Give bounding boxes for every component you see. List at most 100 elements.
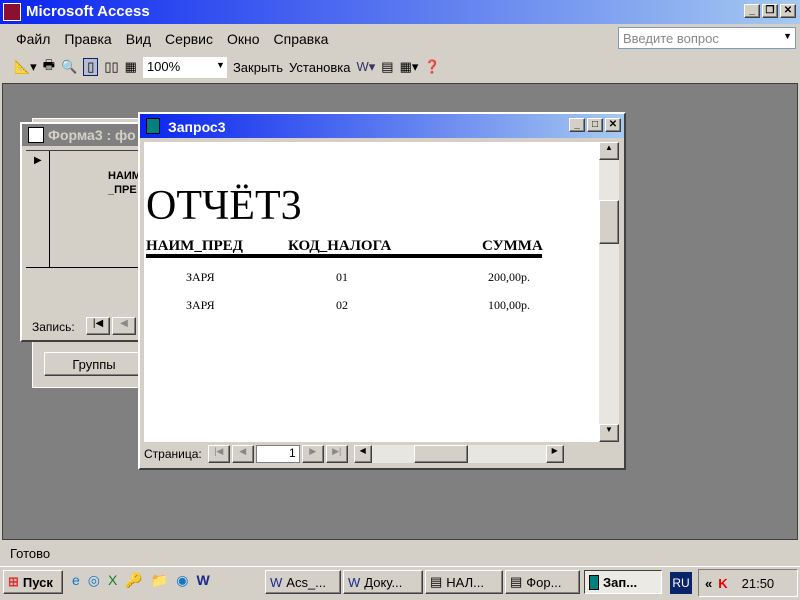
messenger-icon[interactable]: ◉: [176, 572, 188, 589]
app-title: Microsoft Access: [26, 3, 150, 20]
taskbar-item-form[interactable]: ▤ Фор...: [505, 570, 580, 594]
groups-button[interactable]: Группы: [44, 352, 144, 376]
scroll-left-button[interactable]: ◀: [353, 445, 372, 463]
column-header: СУММА: [482, 238, 543, 254]
close-button[interactable]: ✕: [780, 4, 796, 18]
taskbar-item-label: Фор...: [526, 574, 562, 590]
access-icon[interactable]: 🔑: [125, 572, 142, 589]
quick-launch: e ◎ X 🔑 📁 ◉ W: [72, 572, 210, 589]
menu-window[interactable]: Окно: [227, 31, 260, 47]
design-view-icon[interactable]: 📐▾: [14, 59, 37, 75]
page-number-input[interactable]: 1: [255, 445, 300, 463]
cell: 200,00р.: [488, 270, 530, 284]
maximize-button[interactable]: □: [587, 118, 603, 132]
taskbar-item-word-acs[interactable]: W Acs_...: [265, 570, 341, 594]
menu-bar: Файл Правка Вид Сервис Окно Справка: [16, 31, 342, 47]
database-window-icon[interactable]: ▤: [381, 59, 393, 75]
horizontal-scrollbar[interactable]: ◀ ▶: [353, 445, 564, 463]
zoom-select[interactable]: 100% ▼: [142, 56, 227, 78]
zoom-icon[interactable]: 🔍: [61, 59, 77, 75]
column-header: КОД_НАЛОГА: [288, 238, 392, 254]
cell: ЗАРЯ: [186, 298, 215, 312]
restore-button[interactable]: ❐: [762, 4, 778, 18]
close-button[interactable]: ✕: [605, 118, 621, 132]
show-hidden-icons-button[interactable]: «: [705, 576, 712, 591]
prev-page-button[interactable]: ◀: [231, 445, 254, 463]
taskbar-item-word-doc[interactable]: W Доку...: [343, 570, 423, 594]
field-label: НАИМ _ПРЕ: [108, 170, 141, 196]
taskbar-item-query[interactable]: Зап...: [584, 570, 662, 594]
form-titlebar: Форма3 : фо: [22, 124, 148, 146]
taskbar-item-label: Доку...: [364, 574, 403, 590]
next-page-button[interactable]: ▶: [301, 445, 324, 463]
office-links-icon[interactable]: W▾: [356, 59, 375, 75]
app-titlebar: Microsoft Access _ ❐ ✕: [0, 0, 800, 24]
toolbar: 📐▾ 🖶 🔍 ▯ ▯▯ ▦ 100% ▼ Закрыть Установка W▾…: [14, 55, 441, 79]
record-label: Запись:: [32, 320, 75, 334]
form-icon: ▤: [510, 574, 523, 589]
column-header: НАИМ_ПРЕД: [146, 238, 243, 254]
scroll-thumb[interactable]: [599, 200, 619, 244]
chevron-down-icon[interactable]: ▼: [783, 31, 792, 41]
cell: 100,00р.: [488, 298, 530, 312]
clock: 21:50: [741, 575, 775, 591]
help-icon[interactable]: ❓: [424, 59, 440, 75]
scroll-right-button[interactable]: ▶: [545, 445, 564, 463]
hscroll-thumb[interactable]: [413, 445, 468, 463]
cell: ЗАРЯ: [186, 270, 215, 284]
explorer-icon[interactable]: 📁: [151, 572, 168, 589]
taskbar-item-label: Acs_...: [286, 574, 327, 590]
report-titlebar: Запрос3 _ □ ✕: [140, 114, 624, 138]
help-placeholder: Введите вопрос: [623, 31, 719, 46]
record-selector[interactable]: ▶: [26, 151, 50, 268]
status-text: Готово: [10, 546, 51, 561]
last-page-button[interactable]: ▶|: [325, 445, 348, 463]
minimize-button[interactable]: _: [569, 118, 585, 132]
close-preview-button[interactable]: Закрыть: [233, 60, 283, 75]
page-setup-button[interactable]: Установка: [289, 60, 350, 75]
zoom-value: 100%: [146, 58, 181, 74]
menu-help[interactable]: Справка: [274, 31, 329, 47]
start-label: Пуск: [22, 574, 53, 590]
cell: 01: [336, 270, 348, 284]
new-object-icon[interactable]: ▦▾: [400, 59, 419, 75]
cell: 02: [336, 298, 348, 312]
scroll-down-button[interactable]: ▼: [599, 424, 619, 442]
minimize-button[interactable]: _: [744, 4, 760, 18]
multiple-pages-icon[interactable]: ▦: [125, 59, 137, 75]
chevron-down-icon[interactable]: ▼: [216, 60, 225, 70]
one-page-icon[interactable]: ▯: [83, 58, 99, 76]
outlook-icon[interactable]: ◎: [88, 572, 100, 589]
menu-tools[interactable]: Сервис: [165, 31, 213, 47]
page-label: Страница:: [144, 447, 202, 461]
excel-icon[interactable]: X: [108, 572, 117, 589]
help-search-input[interactable]: Введите вопрос ▼: [618, 27, 796, 49]
kaspersky-icon[interactable]: K: [718, 576, 727, 591]
two-pages-icon[interactable]: ▯▯: [104, 59, 118, 75]
menu-file[interactable]: Файл: [16, 31, 50, 47]
menu-edit[interactable]: Правка: [64, 31, 111, 47]
report-page: ОТЧЁТ3 НАИМ_ПРЕД КОД_НАЛОГА СУММА ЗАРЯ 0…: [144, 142, 599, 442]
form-window: Форма3 : фо ▶ НАИМ _ПРЕ Запись: |◀ ◀: [20, 122, 150, 342]
vertical-scrollbar[interactable]: ▲ ▼: [599, 142, 619, 442]
access-icon: [3, 3, 21, 21]
database-icon: ▤: [430, 574, 443, 589]
windows-logo-icon: ⊞: [8, 574, 19, 589]
start-button[interactable]: ⊞ Пуск: [3, 570, 63, 594]
prev-record-button[interactable]: ◀: [112, 317, 136, 335]
report-title: Запрос3: [168, 119, 226, 135]
menu-view[interactable]: Вид: [126, 31, 151, 47]
first-page-button[interactable]: |◀: [207, 445, 230, 463]
report-window: Запрос3 _ □ ✕ ОТЧЁТ3 НАИМ_ПРЕД КОД_НАЛОГ…: [138, 112, 626, 470]
report-icon: [589, 574, 599, 590]
scroll-up-button[interactable]: ▲: [599, 142, 619, 160]
system-tray: « K 21:50: [698, 569, 798, 597]
first-record-button[interactable]: |◀: [86, 317, 110, 335]
ie-icon[interactable]: e: [72, 572, 80, 589]
print-icon[interactable]: 🖶: [43, 56, 55, 78]
word-icon[interactable]: W: [196, 572, 209, 589]
language-indicator[interactable]: RU: [670, 572, 692, 594]
form-icon: [28, 127, 44, 143]
taskbar-item-nal[interactable]: ▤ НАЛ...: [425, 570, 503, 594]
taskbar-item-label: Зап...: [603, 574, 638, 590]
